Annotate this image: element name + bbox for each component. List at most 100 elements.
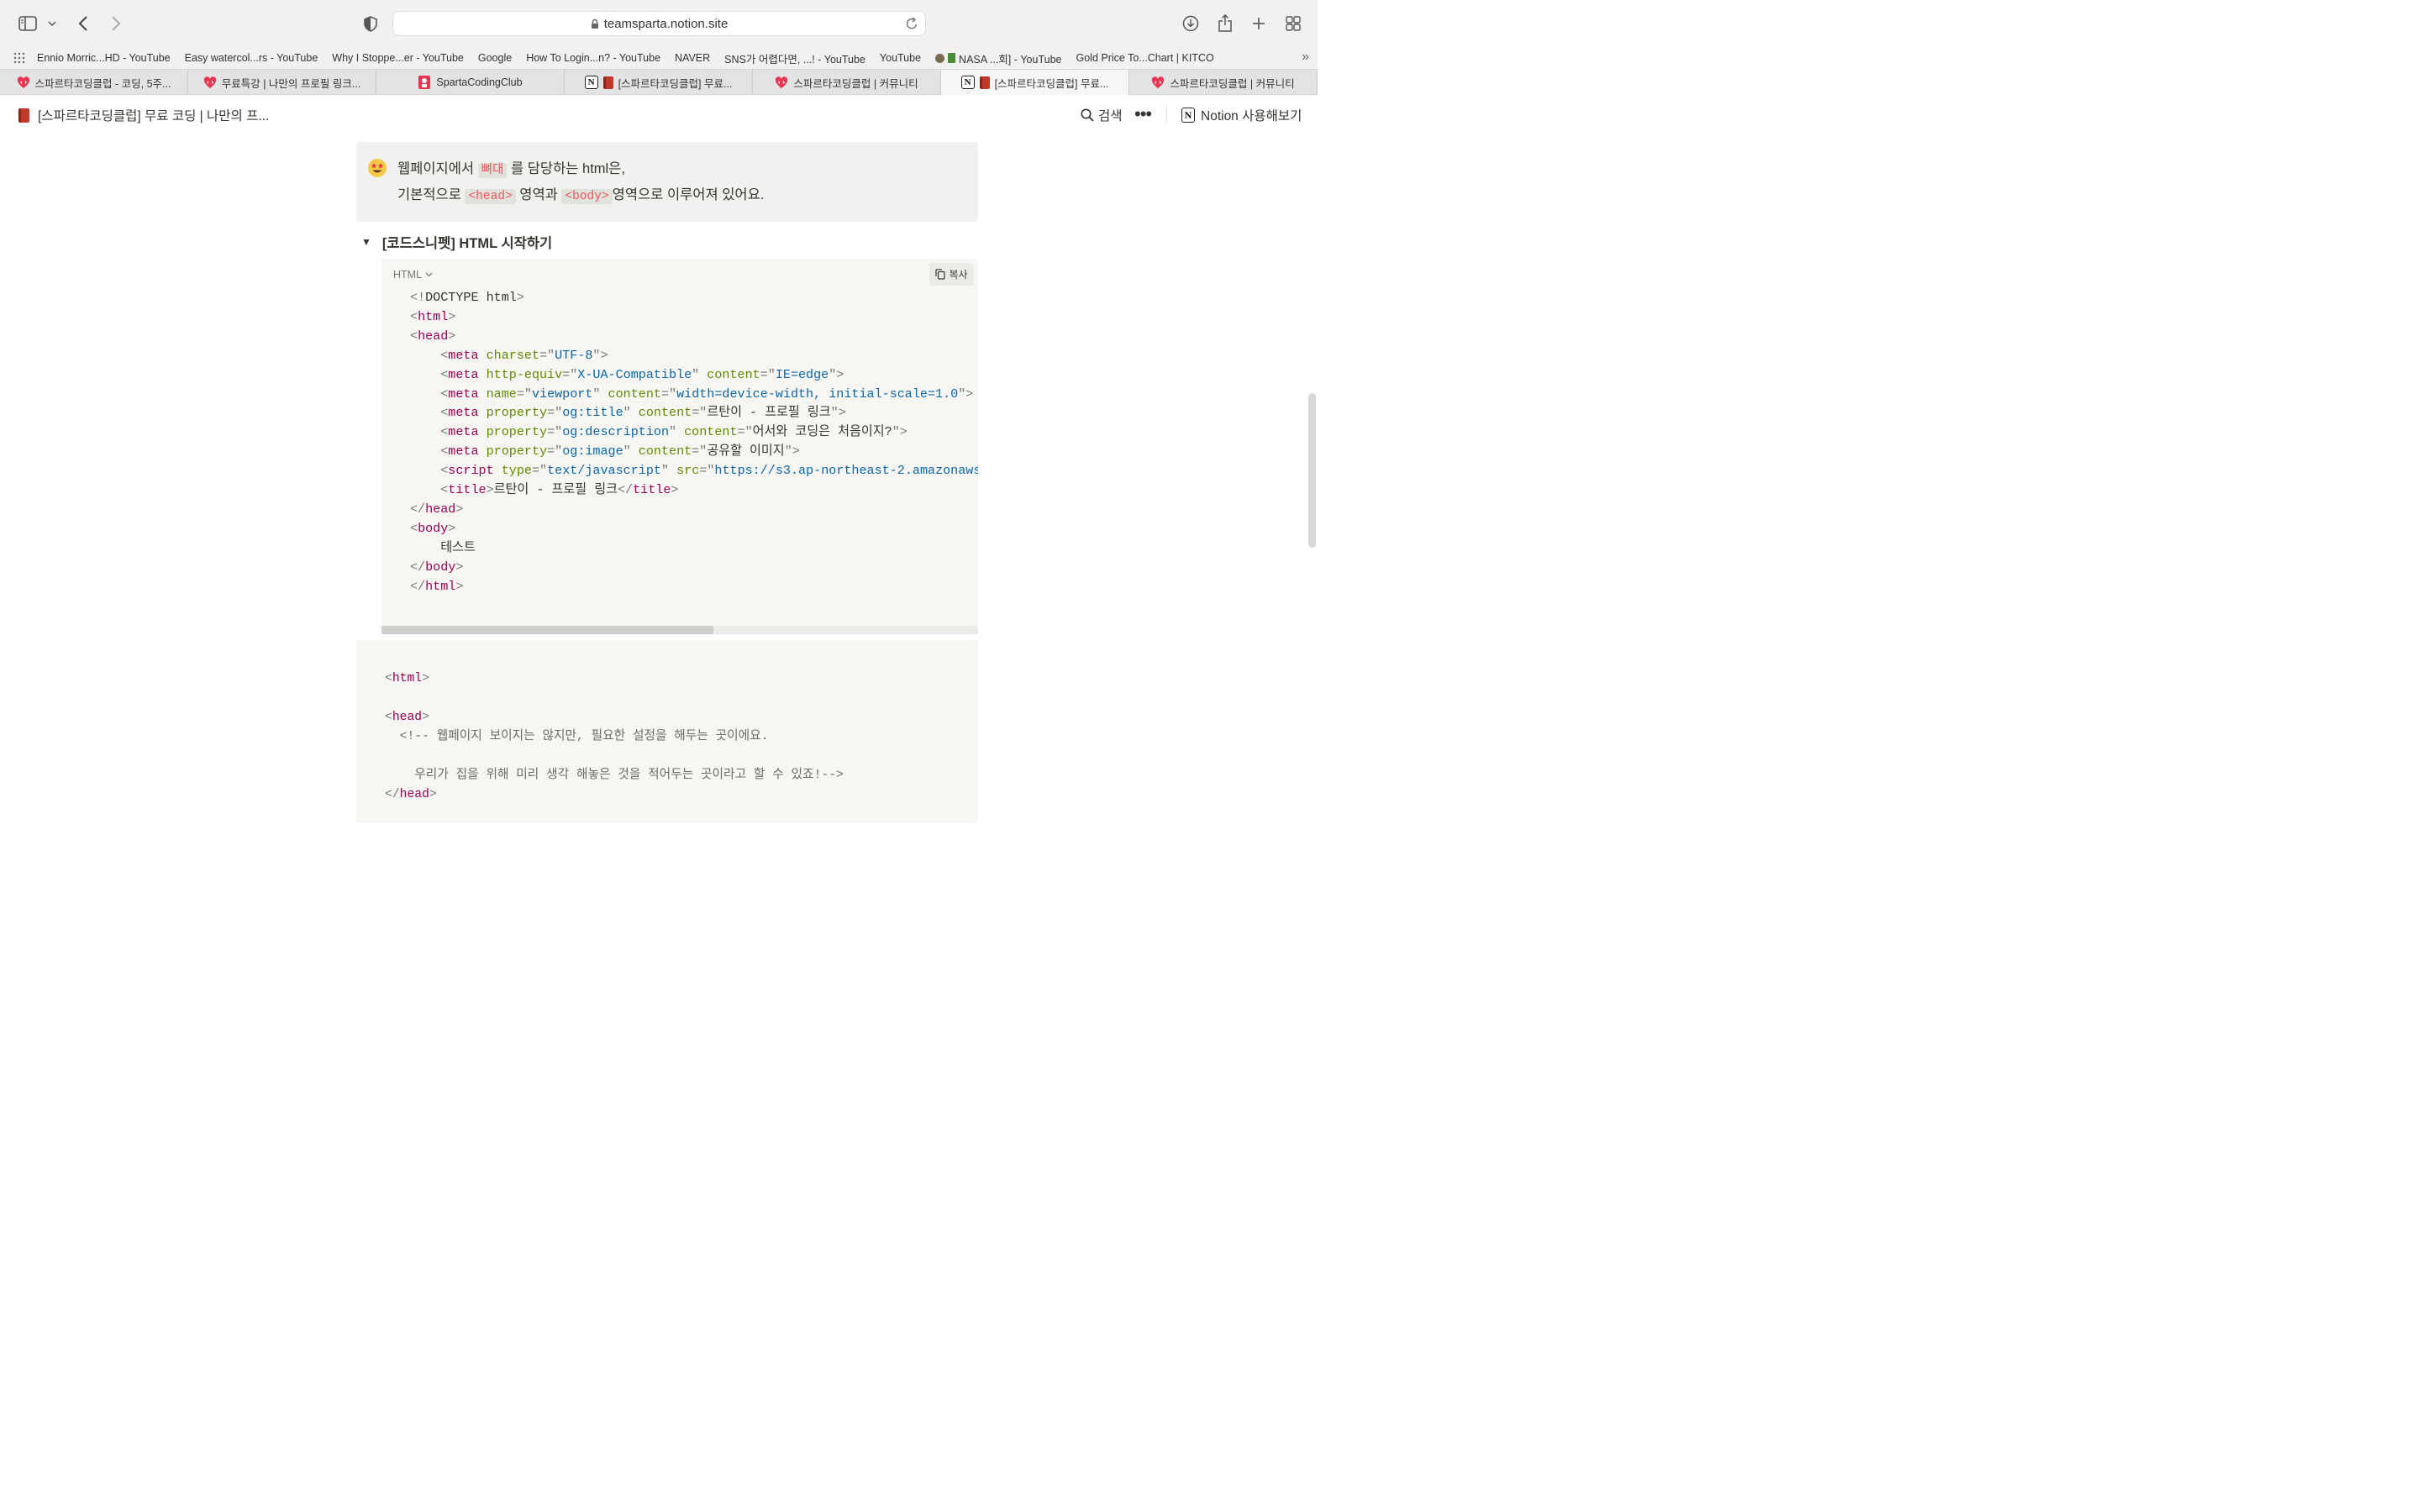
callout-text: 를 담당하는 html은,	[507, 161, 625, 176]
apps-grid-icon[interactable]	[13, 52, 25, 64]
code-string: 공유할 이미지	[707, 444, 785, 459]
bookmark-item[interactable]: YouTube	[880, 52, 921, 64]
tab-title: 무료특강 | 나만의 프로필 링크...	[221, 77, 361, 90]
code-string: og:description	[562, 424, 669, 440]
browser-tab[interactable]: N [스파르타코딩클럽] 무료...	[565, 70, 753, 95]
code-comment: 우리가 집을 위해 미리 생각 해놓은 것을 적어두는 곳이라고 할 수 있죠!…	[414, 769, 844, 782]
page-scrollbar[interactable]	[1308, 393, 1316, 548]
code-string: viewport	[531, 386, 593, 402]
browser-tab[interactable]: 스파르타코딩클럽 | 커뮤니티	[753, 70, 941, 95]
share-icon[interactable]	[1213, 12, 1237, 35]
bookmark-item[interactable]: Gold Price To...Chart | KITCO	[1076, 52, 1214, 64]
browser-tab[interactable]: 스파르타코딩클럽 - 코딩, 5주...	[0, 70, 188, 95]
callout-line-1: 웹페이지에서 뼈대 를 담당하는 html은,	[397, 157, 625, 178]
back-icon[interactable]	[71, 12, 95, 35]
toggle-title: [코드스니펫] HTML 시작하기	[381, 236, 553, 251]
sidebar-toggle-icon[interactable]	[16, 12, 39, 35]
sparta-heart-icon	[1151, 76, 1165, 89]
bookmark-item[interactable]: Ennio Morric...HD - YouTube	[37, 52, 171, 64]
browser-tab[interactable]: SpartaCodingClub	[376, 70, 565, 95]
reload-icon[interactable]	[906, 17, 918, 30]
bookmark-item-nasa[interactable]: NASA ...회] - YouTube	[935, 50, 1062, 66]
language-selector[interactable]: HTML	[393, 269, 433, 281]
address-bar[interactable]: teamsparta.notion.site	[392, 11, 926, 36]
callout-text: 웹페이지에서	[397, 161, 478, 176]
copy-label: 복사	[949, 269, 968, 281]
browser-tab[interactable]: 스파르타코딩클럽 | 커뮤니티	[1129, 70, 1318, 95]
search-icon	[1081, 108, 1094, 122]
code-text: 테스트	[440, 539, 476, 555]
code-content[interactable]: <!DOCTYPE html> <html> <head> <meta char…	[410, 288, 978, 596]
browser-tab-active[interactable]: N [스파르타코딩클럽] 무료...	[941, 70, 1129, 95]
bookmark-label: NASA ...회] - YouTube	[959, 53, 1062, 66]
code-string: text/javascript	[547, 463, 661, 479]
forward-icon[interactable]	[104, 12, 128, 35]
scrollbar-thumb[interactable]	[381, 626, 713, 634]
bookmark-item[interactable]: Google	[478, 52, 512, 64]
toggle-block[interactable]: ▼ [코드스니펫] HTML 시작하기	[361, 232, 552, 252]
double-chevron-right-icon[interactable]: »	[1302, 50, 1309, 65]
browser-tab[interactable]: 무료특강 | 나만의 프로필 링크...	[188, 70, 376, 95]
breadcrumb[interactable]: [스파르타코딩클럽] 무료 코딩 | 나만의 프...	[18, 106, 269, 124]
callout-line-2: 기본적으로 <head> 영역과 <body> 영역으로 이루어져 있어요.	[397, 183, 765, 204]
code-content-2[interactable]: <html> <head> <!-- 웹페이지 보이지는 않지만, 필요한 설정…	[385, 669, 844, 805]
code-string: https://s3.ap-northeast-2.amazonaws.com	[714, 463, 978, 479]
toggle-triangle-icon[interactable]: ▼	[361, 236, 371, 248]
tab-title: SpartaCodingClub	[436, 76, 523, 88]
search-label: 검색	[1098, 109, 1123, 123]
callout-text: 기본적으로	[397, 187, 466, 202]
chevron-down-icon[interactable]	[40, 12, 64, 35]
red-book-icon	[602, 76, 613, 89]
copy-button[interactable]: 복사	[929, 263, 974, 286]
downloads-icon[interactable]	[1179, 12, 1202, 35]
horizontal-scrollbar[interactable]	[381, 626, 978, 634]
tab-overview-icon[interactable]	[1281, 12, 1305, 35]
tab-title: [스파르타코딩클럽] 무료...	[994, 77, 1109, 90]
url-text: teamsparta.notion.site	[603, 16, 729, 31]
inline-code: 뼈대	[477, 163, 508, 178]
code-string: 어서와 코딩은 처음이지?	[752, 424, 892, 440]
copy-icon	[935, 269, 946, 280]
code-string: 르탄이 - 프로필 링크	[707, 405, 831, 421]
red-book-icon	[18, 108, 29, 123]
bookmarks-bar: Ennio Morric...HD - YouTube Easy waterco…	[0, 47, 1318, 69]
sparta-heart-icon	[203, 76, 217, 89]
code-comment: <!-- 웹페이지 보이지는 않지만, 필요한 설정을 해두는 곳이에요.	[399, 730, 769, 743]
more-options-icon[interactable]: •••	[1134, 103, 1152, 125]
tab-title: 스파르타코딩클럽 - 코딩, 5주...	[34, 77, 171, 90]
tab-title: 스파르타코딩클럽 | 커뮤니티	[1170, 77, 1295, 90]
page-title: [스파르타코딩클럽] 무료 코딩 | 나만의 프...	[38, 109, 270, 123]
callout-block: 웹페이지에서 뼈대 를 담당하는 html은, 기본적으로 <head> 영역과…	[356, 142, 978, 222]
callout-text: 영역으로 이루어져 있어요.	[612, 187, 765, 202]
callout-text: 영역과	[515, 187, 562, 202]
bookmark-item[interactable]: SNS가 어렵다면, ...! - YouTube	[724, 50, 865, 66]
search-button[interactable]: 검색	[1081, 106, 1123, 124]
code-string: IE=edge	[775, 366, 829, 382]
tab-title: [스파르타코딩클럽] 무료...	[618, 77, 733, 90]
tab-bar: 스파르타코딩클럽 - 코딩, 5주... 무료특강 | 나만의 프로필 링크..…	[0, 69, 1318, 95]
bookmark-item[interactable]: Easy watercol...rs - YouTube	[185, 52, 318, 64]
sparta-heart-icon	[775, 76, 788, 89]
bookmark-item[interactable]: Why I Stoppe...er - YouTube	[332, 52, 464, 64]
inline-code: <body>	[561, 189, 613, 204]
code-string: width=device-width, initial-scale=1.0	[676, 386, 959, 402]
sparta-heart-icon	[17, 76, 30, 89]
notion-logo-icon: N	[960, 76, 975, 89]
try-notion-button[interactable]: N Notion 사용해보기	[1181, 106, 1302, 124]
new-tab-icon[interactable]	[1247, 12, 1270, 35]
language-label: HTML	[393, 269, 423, 281]
tab-title: 스파르타코딩클럽 | 커뮤니티	[793, 77, 918, 90]
notion-logo-icon: N	[584, 76, 598, 89]
bookmark-item[interactable]: NAVER	[675, 52, 710, 64]
notion-topbar: [스파르타코딩클럽] 무료 코딩 | 나만의 프... 검색 ••• N Not…	[0, 95, 1318, 134]
red-book-icon	[979, 76, 990, 89]
try-notion-label: Notion 사용해보기	[1201, 109, 1302, 123]
bookmark-item[interactable]: How To Login...n? - YouTube	[526, 52, 660, 64]
book-icon	[948, 53, 956, 63]
sparta-logo-icon	[418, 76, 431, 89]
chevron-down-icon	[425, 272, 433, 277]
divider	[1166, 106, 1167, 123]
code-string: og:title	[562, 405, 623, 421]
code-string: og:image	[562, 444, 623, 459]
privacy-shield-icon[interactable]	[359, 12, 382, 35]
